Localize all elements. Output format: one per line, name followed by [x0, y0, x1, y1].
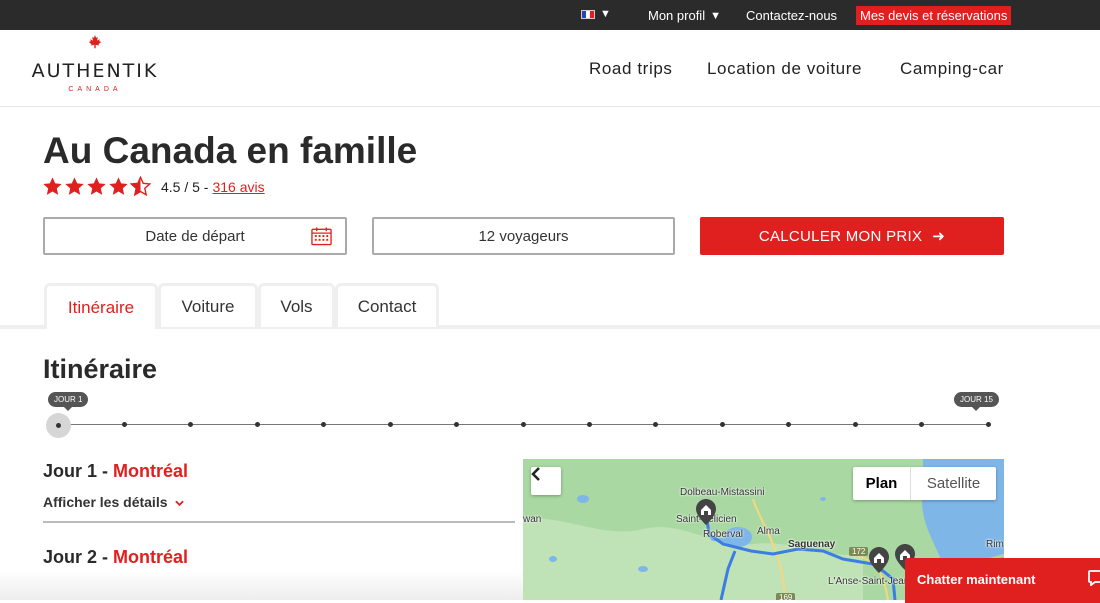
tab-contact[interactable]: Contact — [335, 283, 439, 327]
map-collapse-button[interactable] — [531, 467, 561, 495]
timeline-day-dot[interactable] — [321, 422, 327, 427]
day-1-city: Montréal — [113, 461, 189, 481]
maple-leaf-icon — [30, 35, 160, 54]
day-2-city: Montréal — [113, 547, 189, 567]
timeline-day-dot[interactable] — [188, 422, 194, 427]
itinerary-heading: Itinéraire — [43, 354, 158, 384]
timeline-day-dot[interactable] — [919, 422, 925, 427]
star-icon — [109, 177, 128, 195]
chevron-down-icon — [175, 496, 185, 510]
day-2-heading: Jour 2 - Montréal — [43, 547, 188, 568]
map-label-anse-saint-jean: L'Anse-Saint-Jean — [828, 576, 910, 587]
logo-subtitle: CANADA — [68, 86, 122, 93]
show-details-link[interactable]: Afficher les détails — [43, 494, 185, 510]
nav-road-trips[interactable]: Road trips — [589, 59, 672, 79]
departure-date-label: Date de départ — [145, 227, 245, 245]
reviews-link[interactable]: 316 avis — [212, 179, 264, 195]
map-type-toggle: Plan Satellite — [853, 467, 996, 500]
timeline-day-dot[interactable] — [454, 422, 460, 427]
logo[interactable]: AUTHENTIK CANADA — [30, 35, 160, 93]
calendar-icon — [311, 227, 332, 246]
day-1-prefix: Jour 1 - — [43, 461, 109, 481]
map-plan-button[interactable]: Plan — [853, 467, 911, 500]
travelers-field[interactable]: 12 voyageurs — [372, 217, 675, 255]
rating-stars — [42, 176, 151, 197]
map-satellite-button[interactable]: Satellite — [911, 467, 996, 500]
travelers-label: 12 voyageurs — [478, 227, 569, 245]
half-star-icon — [130, 176, 151, 197]
timeline-day-dot[interactable] — [387, 422, 393, 427]
timeline-day-dot-active[interactable] — [46, 413, 71, 438]
chevron-left-icon — [531, 467, 540, 481]
show-details-label: Afficher les détails — [43, 494, 168, 510]
site-header: AUTHENTIK CANADA Road trips Location de … — [0, 30, 1100, 107]
page-title: Au Canada en famille — [43, 130, 418, 171]
calculate-price-button[interactable]: CALCULER MON PRIX ➜ — [700, 217, 1004, 255]
map-label-roberval: Roberval — [703, 529, 744, 540]
map-label-alma: Alma — [757, 526, 780, 537]
chevron-down-icon: ▼ — [710, 9, 721, 22]
contact-link[interactable]: Contactez-nous — [746, 8, 837, 23]
chat-bubble-icon — [1088, 570, 1100, 586]
day-separator — [43, 521, 515, 523]
chat-now-button[interactable]: Chatter maintenant — [905, 558, 1100, 603]
timeline-day-dot[interactable] — [852, 422, 858, 427]
quotes-reservations-link[interactable]: Mes devis et réservations — [856, 6, 1012, 25]
logo-wordmark: AUTHENTIK — [31, 60, 159, 82]
chevron-down-icon: ▼ — [600, 8, 611, 20]
rating: 4.5 / 5 - 316 avis — [42, 176, 265, 197]
map-label-west: wan — [523, 514, 542, 525]
lodging-pin-icon[interactable] — [869, 547, 889, 573]
timeline-day-dot[interactable] — [653, 422, 659, 427]
timeline-day-dot[interactable] — [520, 422, 526, 427]
first-day-bubble: JOUR 1 — [48, 392, 89, 411]
timeline-day-dot[interactable] — [121, 422, 127, 427]
star-icon — [43, 177, 62, 195]
star-icon — [65, 177, 84, 195]
day-2-prefix: Jour 2 - — [43, 547, 109, 567]
timeline-day-dot[interactable] — [254, 422, 260, 427]
timeline-day-dot[interactable] — [719, 422, 725, 427]
map-label-dolbeau: Dolbeau-Mistassini — [680, 487, 765, 498]
arrow-right-icon: ➜ — [932, 228, 946, 245]
profile-label: Mon profil — [648, 8, 706, 23]
top-bar: ▼ Mon profil ▼ Contactez-nous Mes devis … — [0, 0, 1100, 30]
bottom-fade — [0, 570, 523, 600]
map-label-rim: Rim — [986, 539, 1004, 550]
french-flag-icon — [581, 9, 595, 19]
tab-flights[interactable]: Vols — [258, 283, 335, 327]
timeline-day-dot[interactable] — [786, 422, 792, 427]
day-timeline: JOUR 1 JOUR 15 — [0, 390, 1100, 440]
timeline-day-dot[interactable] — [586, 422, 592, 427]
road-sign-169: 169 — [776, 593, 796, 600]
tab-itinerary[interactable]: Itinéraire — [44, 283, 158, 329]
tab-car[interactable]: Voiture — [158, 283, 258, 327]
timeline-day-dot[interactable] — [985, 422, 991, 427]
language-selector[interactable]: ▼ — [581, 8, 611, 20]
road-sign-172: 172 — [849, 547, 869, 556]
departure-date-field[interactable]: Date de départ — [43, 217, 347, 255]
profile-menu[interactable]: Mon profil ▼ — [648, 8, 721, 23]
star-icon — [87, 177, 106, 195]
lodging-pin-icon[interactable] — [696, 499, 716, 525]
chat-now-label: Chatter maintenant — [917, 572, 1036, 587]
calculate-price-label: CALCULER MON PRIX — [758, 227, 923, 245]
map-label-saguenay: Saguenay — [788, 539, 836, 550]
day-1-heading: Jour 1 - Montréal — [43, 461, 188, 482]
rating-score: 4.5 / 5 - — [161, 178, 209, 195]
nav-car-rental[interactable]: Location de voiture — [707, 59, 862, 79]
last-day-bubble: JOUR 15 — [954, 392, 999, 411]
nav-camper[interactable]: Camping-car — [900, 59, 1004, 79]
